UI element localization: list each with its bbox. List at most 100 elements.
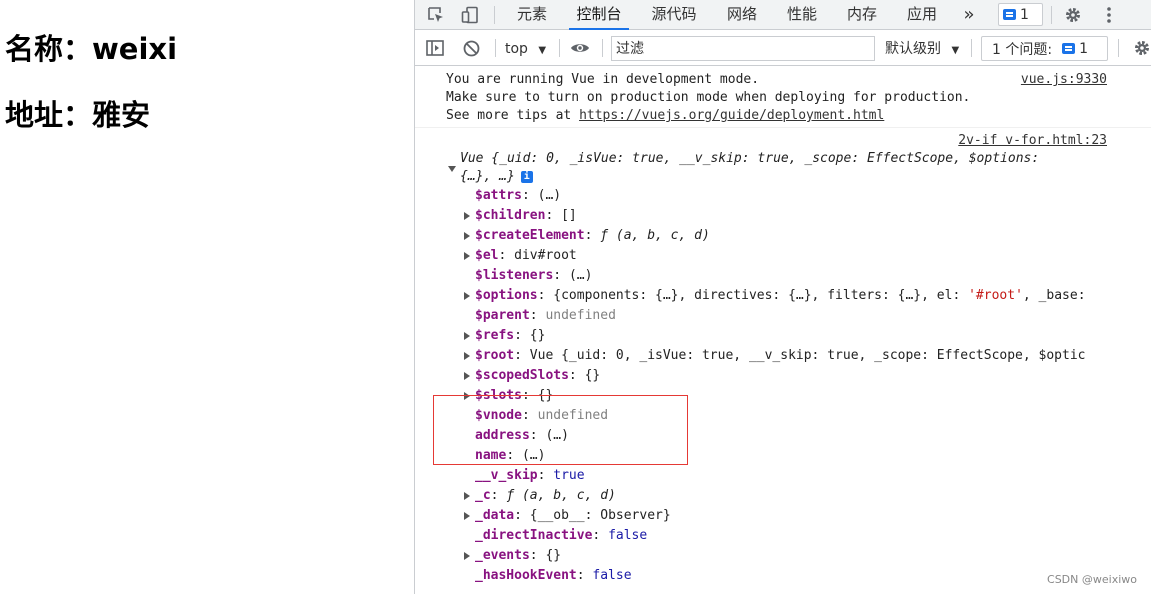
- tab-performance[interactable]: 性能: [779, 0, 825, 29]
- object-preview-text: {…}, …}: [460, 169, 515, 184]
- tab-sources[interactable]: 源代码: [644, 0, 704, 29]
- property-row[interactable]: $options: {components: {…}, directives: …: [475, 286, 1086, 306]
- property-key: $scopedSlots: [475, 368, 569, 383]
- property-colon: :: [529, 548, 546, 563]
- toolbar-separator: [1051, 6, 1052, 24]
- log-level-value: 默认级别: [885, 41, 941, 57]
- console-output: You are running Vue in development mode.…: [415, 66, 1151, 594]
- context-selector-value: top: [505, 41, 528, 57]
- devtools-tab-bar: 元素 控制台 源代码 网络 性能 内存 应用 » 1: [415, 0, 1151, 30]
- more-tabs-button[interactable]: »: [957, 0, 981, 29]
- property-value: (…): [521, 448, 546, 463]
- expand-triangle-icon[interactable]: [464, 212, 470, 220]
- issues-button[interactable]: 1 个问题: 1: [981, 36, 1108, 61]
- property-row[interactable]: __v_skip: true: [475, 466, 585, 486]
- console-settings-gear-icon[interactable]: [1131, 37, 1151, 59]
- property-key: $slots: [475, 388, 522, 403]
- property-colon: :: [521, 388, 538, 403]
- property-key: $el: [475, 248, 499, 263]
- property-row[interactable]: _data: {__ob__: Observer}: [475, 506, 671, 526]
- property-row[interactable]: $refs: {}: [475, 326, 545, 346]
- property-row[interactable]: $root: Vue {_uid: 0, _isVue: true, __v_s…: [475, 346, 1086, 366]
- property-key: $vnode: [475, 408, 522, 423]
- property-colon: :: [537, 288, 554, 303]
- property-colon: :: [537, 468, 554, 483]
- property-row[interactable]: $attrs: (…): [475, 186, 561, 206]
- info-icon[interactable]: i: [520, 171, 533, 183]
- property-key: $children: [475, 208, 546, 223]
- expand-triangle-icon[interactable]: [464, 512, 470, 520]
- tab-application[interactable]: 应用: [899, 0, 945, 29]
- property-key: _data: [475, 508, 515, 523]
- property-colon: :: [592, 528, 609, 543]
- collapse-triangle-icon[interactable]: [448, 166, 456, 172]
- issues-counter-button[interactable]: 1: [998, 3, 1043, 26]
- property-row[interactable]: _directInactive: false: [475, 526, 647, 546]
- expand-triangle-icon[interactable]: [464, 232, 470, 240]
- tab-elements[interactable]: 元素: [509, 0, 555, 29]
- inspect-element-icon[interactable]: [425, 4, 447, 26]
- property-value: {}: [584, 368, 601, 383]
- device-toolbar-icon[interactable]: [459, 4, 481, 26]
- property-value: undefined: [537, 408, 609, 423]
- property-row[interactable]: $vnode: undefined: [475, 406, 608, 426]
- expand-triangle-icon[interactable]: [464, 372, 470, 380]
- expand-triangle-icon[interactable]: [464, 552, 470, 560]
- property-colon: :: [521, 188, 538, 203]
- expand-triangle-icon[interactable]: [464, 292, 470, 300]
- tab-console[interactable]: 控制台: [569, 0, 629, 30]
- property-colon: :: [568, 368, 585, 383]
- property-row[interactable]: name: (…): [475, 446, 545, 466]
- property-key: _c: [475, 488, 491, 503]
- property-colon: :: [576, 568, 593, 583]
- more-options-icon[interactable]: [1098, 4, 1120, 26]
- property-value: (…): [545, 428, 569, 443]
- expand-triangle-icon[interactable]: [464, 252, 470, 260]
- log-level-dropdown[interactable]: 默认级别 ▼: [885, 39, 959, 59]
- clear-console-icon[interactable]: [460, 37, 482, 59]
- property-row[interactable]: address: (…): [475, 426, 569, 446]
- name-text: 名称：weixi: [5, 32, 178, 66]
- issues-count: 1: [1079, 40, 1088, 57]
- toolbar-separator: [1118, 39, 1119, 57]
- expand-triangle-icon[interactable]: [464, 392, 470, 400]
- source-link[interactable]: 2v-if v-for.html:23: [958, 132, 1107, 150]
- filter-input[interactable]: [611, 36, 875, 61]
- tab-network[interactable]: 网络: [719, 0, 765, 29]
- source-link[interactable]: vue.js:9330: [1021, 71, 1107, 89]
- property-key: address: [475, 428, 530, 443]
- property-value: ƒ (a, b, c, d): [600, 228, 710, 243]
- property-colon: :: [506, 448, 522, 463]
- context-selector[interactable]: top ▼: [505, 39, 546, 59]
- settings-gear-icon[interactable]: [1062, 4, 1084, 26]
- property-value: ƒ (a, b, c, d): [506, 488, 616, 503]
- live-expression-eye-icon[interactable]: [568, 37, 592, 59]
- toolbar-separator: [494, 6, 495, 24]
- property-row[interactable]: _hasHookEvent: false: [475, 566, 632, 586]
- sidebar-toggle-icon[interactable]: [424, 37, 446, 59]
- property-row[interactable]: $scopedSlots: {}: [475, 366, 600, 386]
- property-row[interactable]: $el: div#root: [475, 246, 577, 266]
- property-row[interactable]: $parent: undefined: [475, 306, 616, 326]
- property-colon: :: [521, 408, 538, 423]
- property-row[interactable]: $listeners: (…): [475, 266, 592, 286]
- console-message-vue-warning: You are running Vue in development mode.…: [415, 66, 1151, 128]
- expand-triangle-icon[interactable]: [464, 492, 470, 500]
- property-row[interactable]: _c: ƒ (a, b, c, d): [475, 486, 616, 506]
- tab-memory[interactable]: 内存: [839, 0, 885, 29]
- expand-triangle-icon[interactable]: [464, 332, 470, 340]
- property-row[interactable]: $slots: {}: [475, 386, 553, 406]
- vue-object-summary[interactable]: Vue {_uid: 0, _isVue: true, __v_skip: tr…: [460, 150, 1039, 168]
- property-row[interactable]: _events: {}: [475, 546, 561, 566]
- property-value: (…): [568, 268, 593, 283]
- expand-triangle-icon[interactable]: [464, 352, 470, 360]
- toolbar-separator: [559, 39, 560, 57]
- property-key: name: [475, 448, 507, 463]
- property-value: {components: {…}, directives: {…}, filte…: [553, 288, 1086, 303]
- property-value: false: [608, 528, 648, 543]
- property-key: $refs: [475, 328, 515, 343]
- property-row[interactable]: $children: []: [475, 206, 577, 226]
- property-row[interactable]: $createElement: ƒ (a, b, c, d): [475, 226, 710, 246]
- deployment-guide-link[interactable]: https://vuejs.org/guide/deployment.html: [579, 108, 884, 123]
- message-line: See more tips at https://vuejs.org/guide…: [446, 107, 884, 125]
